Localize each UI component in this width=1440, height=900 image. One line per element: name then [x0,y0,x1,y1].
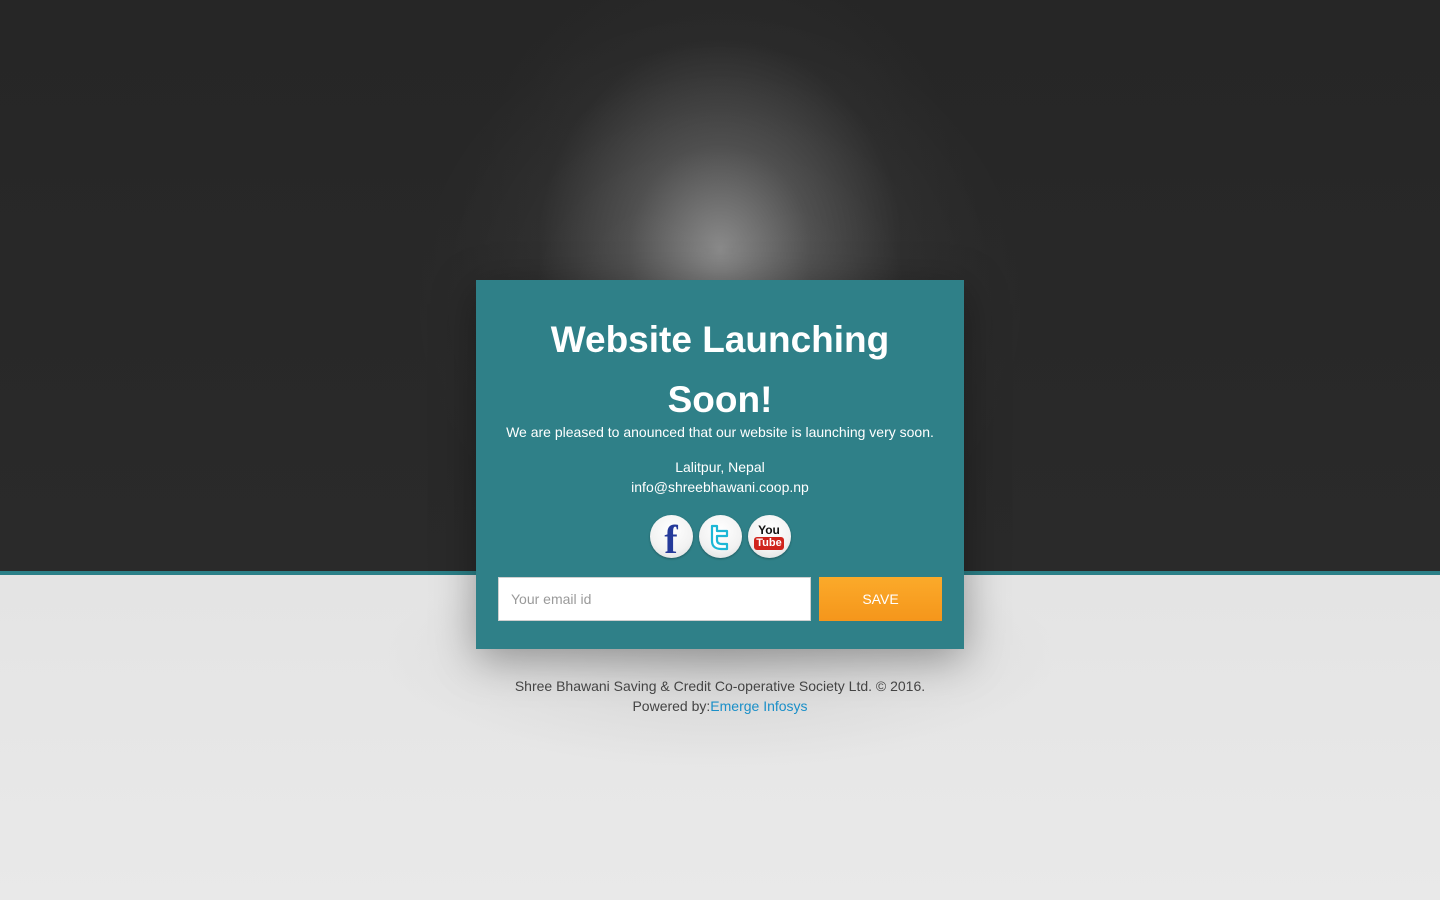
twitter-icon[interactable] [698,515,742,558]
youtube-icon[interactable]: You Tube [747,515,791,558]
facebook-icon[interactable]: f [649,515,693,562]
youtube-logo-top: You [758,522,780,537]
youtube-logo: You Tube [754,522,784,550]
powered-by-label: Powered by: [632,698,711,714]
page-title: Website Launching Soon! [550,319,890,420]
powered-by-link[interactable]: Emerge Infosys [710,698,807,714]
youtube-logo-bottom: Tube [754,536,784,550]
footer: Shree Bhawani Saving & Credit Co-operati… [0,676,1440,716]
launch-card: Website Launching Soon! We are pleased t… [476,280,964,649]
contact-info: Lalitpur, Nepal info@shreebhawani.coop.n… [476,457,964,497]
copyright-text: Shree Bhawani Saving & Credit Co-operati… [514,678,926,694]
save-button[interactable]: SAVE [819,577,942,621]
intro-text: We are pleased to anounced that our webs… [506,424,934,440]
email-input[interactable] [498,577,811,621]
twitter-glyph [710,524,729,550]
social-links: f You Tube [476,515,964,562]
powered-by: Powered by:Emerge Infosys [0,696,1440,716]
facebook-glyph: f [664,516,678,562]
location-text: Lalitpur, Nepal [675,459,765,475]
email-text: info@shreebhawani.coop.np [631,479,809,495]
